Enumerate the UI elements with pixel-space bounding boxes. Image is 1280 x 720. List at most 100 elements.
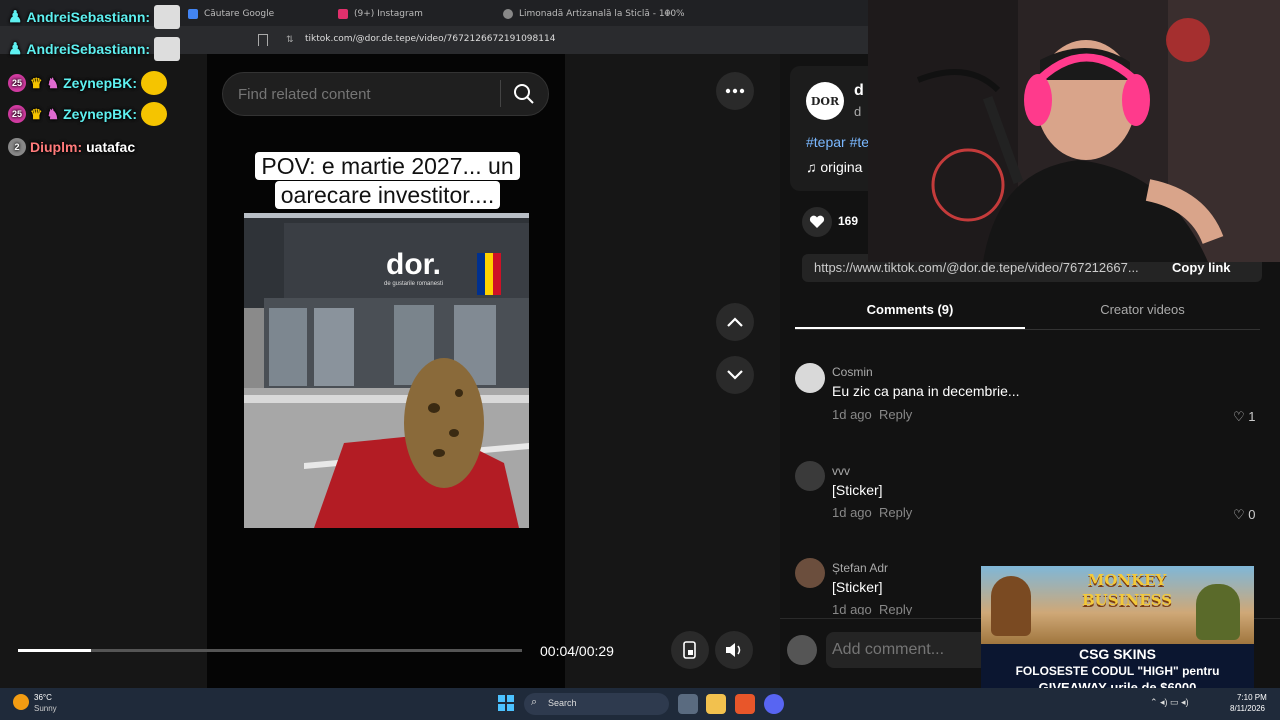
chat-user: ZeynepBK: <box>63 75 138 91</box>
more-button[interactable] <box>716 72 754 110</box>
like-button[interactable] <box>802 207 832 237</box>
file-explorer-icon[interactable] <box>706 694 726 714</box>
copy-link-button[interactable]: Copy link <box>1172 260 1231 275</box>
divider <box>500 80 501 107</box>
chat-user: Diuplm: <box>30 139 83 155</box>
browser-tab[interactable]: Căutare Google <box>180 4 274 24</box>
reply-button[interactable]: Reply <box>879 602 912 615</box>
comment-age: 1d ago <box>832 407 872 422</box>
tab-comments[interactable]: Comments (9) <box>795 302 1025 317</box>
caption-line: POV: e martie 2027... un <box>255 152 520 180</box>
heart-outline-icon: ♡ <box>1233 409 1245 424</box>
creator-name[interactable]: d <box>854 82 864 100</box>
chat-message: 25 ♛ ♞ ZeynepBK: <box>8 101 168 127</box>
like-count: 169 <box>838 214 859 228</box>
emote-icon <box>154 5 181 29</box>
video-player[interactable]: dor. de gustarile romanesti <box>244 213 529 528</box>
search-input[interactable] <box>238 84 488 104</box>
chevron-down-icon <box>727 370 743 380</box>
clock-date[interactable]: 8/11/2026 <box>1230 704 1265 713</box>
badge-icon: ♞ <box>46 74 60 91</box>
caption-line: oarecare investitor.... <box>274 181 501 209</box>
tab-label: (9+) Instagram <box>354 9 423 19</box>
comment-author[interactable]: Ștefan Adr <box>832 561 888 575</box>
avatar[interactable] <box>795 558 825 588</box>
floating-player-button[interactable] <box>671 631 709 669</box>
chat-message: ♟ AndreiSebastiann: <box>8 4 181 30</box>
browser-tab[interactable]: (9+) Instagram <box>330 4 423 24</box>
search-button[interactable] <box>508 78 540 110</box>
volume-button[interactable] <box>715 631 753 669</box>
reply-button[interactable]: Reply <box>879 505 912 520</box>
comment-input[interactable] <box>826 632 996 668</box>
start-button[interactable] <box>498 695 514 711</box>
share-url[interactable]: https://www.tiktok.com/@dor.de.tepe/vide… <box>814 260 1159 275</box>
avatar[interactable] <box>795 363 825 393</box>
ad-title: MONKEY BUSINESS <box>1081 571 1173 609</box>
ad-brand: CSG SKINS <box>1078 646 1156 662</box>
sound-link[interactable]: ♫ origina <box>806 159 862 175</box>
next-video-button[interactable] <box>716 356 754 394</box>
progress-fill <box>18 649 92 652</box>
comment-like-count: 0 <box>1248 507 1256 522</box>
brave-browser-icon[interactable] <box>735 694 755 714</box>
chat-user: AndreiSebastiann: <box>26 9 151 25</box>
globe-icon <box>503 9 513 19</box>
windows-icon <box>498 695 514 711</box>
sponsor-ad: MONKEY BUSINESS CSG SKINS FOLOSESTE CODU… <box>981 566 1254 698</box>
monkey-icon <box>1196 584 1240 640</box>
heart-icon <box>809 215 825 228</box>
tray-icons[interactable]: ⌃ ◂) ▭ ◂) <box>1150 697 1189 708</box>
comment-like-button[interactable]: ♡ 1 <box>1233 409 1256 425</box>
comment-age: 1d ago <box>832 602 872 615</box>
chat-badge-icon: ♟ <box>8 9 23 26</box>
crown-icon: ♛ <box>30 105 43 122</box>
chat-message: ♟ AndreiSebastiann: <box>8 36 181 62</box>
chevron-up-icon <box>727 317 743 327</box>
crown-icon: ♛ <box>30 74 43 91</box>
tab-label: Limonadă Artizanală la Sticlă - 100% <box>519 9 685 19</box>
bookmark-icon[interactable] <box>258 34 268 46</box>
video-time: 00:04/00:29 <box>540 643 614 659</box>
weather-icon[interactable] <box>13 694 29 710</box>
chat-badge-icon: ♟ <box>8 41 23 58</box>
task-view-icon[interactable] <box>678 694 698 714</box>
site-info-icon[interactable]: ⇅ <box>286 34 294 45</box>
progress-bar[interactable] <box>18 649 522 652</box>
google-icon <box>188 9 198 19</box>
instagram-icon <box>338 9 348 19</box>
hashtags[interactable]: #tepar #te <box>806 134 869 150</box>
creator-avatar[interactable]: DOR <box>806 82 844 120</box>
tab-creator-videos[interactable]: Creator videos <box>1025 302 1260 317</box>
search-icon: ⌕ <box>531 696 538 708</box>
search-icon <box>514 84 534 104</box>
new-tab-button[interactable]: + <box>664 6 671 20</box>
previous-video-button[interactable] <box>716 303 754 341</box>
video-caption: POV: e martie 2027... un oarecare invest… <box>243 152 532 216</box>
laugh-emoji-icon <box>141 102 168 126</box>
ad-text: FOLOSESTE CODUL "HIGH" pentru <box>1015 664 1220 678</box>
taskbar-search-label: Search <box>548 698 577 708</box>
webcam-overlay <box>868 0 1280 262</box>
tab-label: Căutare Google <box>204 9 275 19</box>
tabs-divider <box>795 329 1260 330</box>
comment-author[interactable]: Cosmin <box>832 365 873 379</box>
active-tab-indicator <box>795 327 1025 329</box>
chat-user: ZeynepBK: <box>63 106 138 122</box>
weather-temp[interactable]: 36°C <box>34 693 52 702</box>
weather-desc[interactable]: Sunny <box>34 704 57 713</box>
my-avatar <box>787 635 817 665</box>
pip-icon <box>683 641 696 659</box>
discord-icon[interactable] <box>764 694 784 714</box>
comment-like-button[interactable]: ♡ 0 <box>1233 507 1256 523</box>
comment-age: 1d ago <box>832 505 872 520</box>
browser-tab[interactable]: Limonadă Artizanală la Sticlă - 100% <box>495 4 685 24</box>
taskbar-search[interactable] <box>524 693 669 715</box>
clock-time[interactable]: 7:10 PM <box>1237 693 1267 702</box>
reply-button[interactable]: Reply <box>879 407 912 422</box>
url-field[interactable]: tiktok.com/@dor.de.tepe/video/7672126672… <box>305 34 555 44</box>
avatar[interactable] <box>795 461 825 491</box>
store-logo: dor. <box>386 248 442 281</box>
comment-author[interactable]: vvv <box>832 464 850 478</box>
store-sub: de gustarile romanesti <box>384 281 444 287</box>
